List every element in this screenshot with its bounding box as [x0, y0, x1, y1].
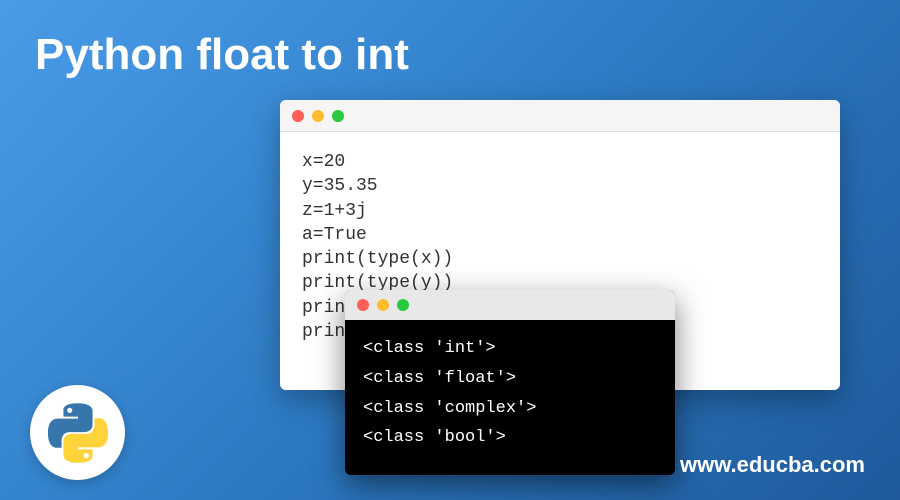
close-icon: [292, 110, 304, 122]
code-line: z=1+3j: [302, 199, 818, 223]
terminal-titlebar: [345, 290, 675, 320]
python-logo-icon: [47, 402, 109, 464]
logo-container: [30, 385, 125, 480]
website-url: www.educba.com: [680, 452, 865, 478]
code-line: a=True: [302, 223, 818, 247]
maximize-icon: [397, 299, 409, 311]
page-title: Python float to int: [35, 30, 409, 80]
window-titlebar: [280, 100, 840, 132]
terminal-content: <class 'int'> <class 'float'> <class 'co…: [345, 320, 675, 467]
code-line: x=20: [302, 150, 818, 174]
minimize-icon: [377, 299, 389, 311]
output-line: <class 'bool'>: [363, 423, 657, 453]
terminal-window: <class 'int'> <class 'float'> <class 'co…: [345, 290, 675, 475]
output-line: <class 'int'>: [363, 334, 657, 364]
minimize-icon: [312, 110, 324, 122]
close-icon: [357, 299, 369, 311]
code-line: print(type(x)): [302, 247, 818, 271]
maximize-icon: [332, 110, 344, 122]
output-line: <class 'complex'>: [363, 394, 657, 424]
output-line: <class 'float'>: [363, 364, 657, 394]
code-line: y=35.35: [302, 174, 818, 198]
